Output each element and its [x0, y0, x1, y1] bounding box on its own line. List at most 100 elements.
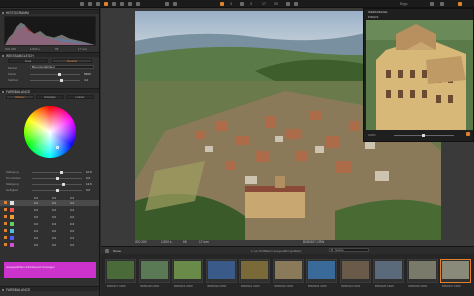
range-value: 0.0 [70, 201, 75, 205]
mask-preview-label: Ausgewählten Farbbereich anzeigen [6, 265, 55, 269]
image-viewer[interactable]: ISO 200 1/200 s f/8 17 mm B050307.CRW WE… [101, 8, 474, 246]
thumbnail[interactable] [306, 259, 337, 283]
color-swatch [10, 229, 14, 233]
cb-knob[interactable] [62, 182, 65, 186]
tool-panel: HISTOGRAMM ISO 200 1/200 s f/8 17 mm WEI… [0, 8, 100, 296]
color-tool-icon[interactable] [104, 2, 108, 6]
cb-tab-highlights[interactable]: Lichter [66, 95, 94, 99]
count-2: 3 [250, 1, 252, 6]
rotate-icon[interactable] [286, 2, 290, 6]
cb-knob[interactable] [56, 188, 59, 192]
cb-value[interactable]: 0.0 [86, 176, 90, 180]
wb-tab-gras[interactable]: Gras [8, 59, 48, 63]
thumbnail-name: B050325.CRW [375, 284, 394, 288]
histogram [4, 16, 96, 46]
bottom-panel-header[interactable]: FARBBALANCE [0, 286, 99, 292]
crop-icon[interactable] [96, 2, 100, 6]
compare-icon[interactable] [294, 2, 298, 6]
color-range-row[interactable]: 0.0 0.0 0.0 [0, 207, 99, 213]
process-icon[interactable] [458, 2, 462, 6]
view-single-icon[interactable] [220, 2, 224, 6]
collapse-icon[interactable] [2, 11, 4, 14]
grid-icon[interactable] [105, 248, 109, 253]
cb-knob[interactable] [60, 170, 63, 174]
checkbox[interactable] [4, 243, 7, 246]
checkbox[interactable] [4, 229, 7, 232]
thumbnail[interactable] [272, 259, 304, 283]
cb-knob[interactable] [56, 176, 59, 180]
color-range-row[interactable]: 0.0 0.0 0.0 [0, 235, 99, 241]
wb-mode-select[interactable]: Benutzerdefiniert [30, 65, 94, 69]
import-icon[interactable] [80, 2, 84, 6]
thumbnail[interactable] [138, 259, 170, 283]
cb-slider-0[interactable] [32, 172, 82, 173]
checkbox[interactable] [4, 215, 7, 218]
tint-knob[interactable] [60, 78, 63, 82]
color-swatch [10, 215, 14, 219]
checkbox[interactable] [4, 222, 7, 225]
cb-slider-2[interactable] [32, 184, 82, 185]
thumbnail[interactable] [339, 259, 371, 283]
redo-icon[interactable] [173, 2, 177, 6]
workspace-label[interactable]: Ergo [400, 2, 407, 6]
collapse-icon[interactable] [2, 90, 4, 93]
thumbnail[interactable] [105, 259, 136, 283]
kelvin-value[interactable]: 5600 [84, 72, 91, 76]
help-icon[interactable] [440, 2, 444, 6]
color-swatch [10, 236, 14, 240]
white-balance-header[interactable]: WEISSABGLEICH [0, 52, 99, 58]
details-icon[interactable] [120, 2, 124, 6]
color-range-row[interactable]: 0.0 0.0 0.0 [0, 200, 99, 206]
color-wheel-cursor[interactable] [56, 146, 59, 149]
checkbox[interactable] [4, 208, 7, 211]
wb-tab-neutral[interactable]: Neutral [52, 59, 92, 63]
collapse-icon[interactable] [2, 54, 4, 57]
view-multi-icon[interactable] [240, 2, 244, 6]
checkbox[interactable] [4, 236, 7, 239]
thumbnail[interactable] [406, 259, 438, 283]
range-value: 0.0 [34, 222, 39, 226]
color-range-row[interactable]: 0.0 0.0 0.0 [0, 242, 99, 248]
library-icon[interactable] [88, 2, 92, 6]
cb-row-label: Helligkeit [6, 188, 19, 192]
cb-value[interactable]: 0.0 [86, 188, 90, 192]
thumbnail[interactable] [239, 259, 270, 283]
collapse-icon[interactable] [2, 288, 4, 291]
range-value: 0.0 [52, 208, 57, 212]
range-value: 0.0 [70, 215, 75, 219]
thumbnail-image [274, 261, 302, 279]
cb-value[interactable]: 10.6 [86, 170, 92, 174]
tint-slider[interactable] [30, 80, 80, 81]
color-range-row[interactable]: 0.0 0.0 0.0 [0, 228, 99, 234]
exposure-icon[interactable] [112, 2, 116, 6]
thumbnail-name: B050324.CRW [341, 284, 361, 288]
range-value: 0.0 [34, 229, 39, 233]
checkbox[interactable] [4, 201, 7, 204]
undo-icon[interactable] [165, 2, 169, 6]
kelvin-slider[interactable] [30, 74, 80, 75]
search-input[interactable]: Suche [329, 248, 369, 252]
range-value: 0.0 [52, 222, 57, 226]
color-range-row[interactable]: 0.0 0.0 0.0 [0, 214, 99, 220]
thumbnail[interactable] [205, 259, 237, 283]
meta-icon[interactable] [128, 2, 132, 6]
settings-icon[interactable] [430, 2, 434, 6]
tint-value[interactable]: 4.2 [84, 78, 88, 82]
color-balance-header[interactable]: FARBBALANCE [0, 88, 99, 94]
cb-tab-master[interactable]: Master [6, 95, 34, 99]
focus-preview[interactable] [366, 20, 473, 130]
export-icon[interactable] [136, 2, 140, 6]
focus-zoom-knob[interactable] [422, 133, 425, 137]
color-wheel[interactable] [24, 106, 76, 158]
thumbnail[interactable] [440, 259, 471, 283]
sort-select[interactable]: Name [113, 249, 121, 253]
cb-value[interactable]: 12.6 [86, 182, 92, 186]
histogram-header[interactable]: HISTOGRAMM [0, 9, 99, 15]
cb-tab-shadows[interactable]: Schatten [36, 95, 64, 99]
focus-lock-icon[interactable] [466, 132, 470, 136]
thumbnail-name: B050326.CRW [408, 284, 428, 288]
kelvin-knob[interactable] [58, 72, 61, 76]
thumbnail[interactable] [172, 259, 203, 283]
color-range-row[interactable]: 0.0 0.0 0.0 [0, 221, 99, 227]
thumbnail[interactable] [373, 259, 404, 283]
